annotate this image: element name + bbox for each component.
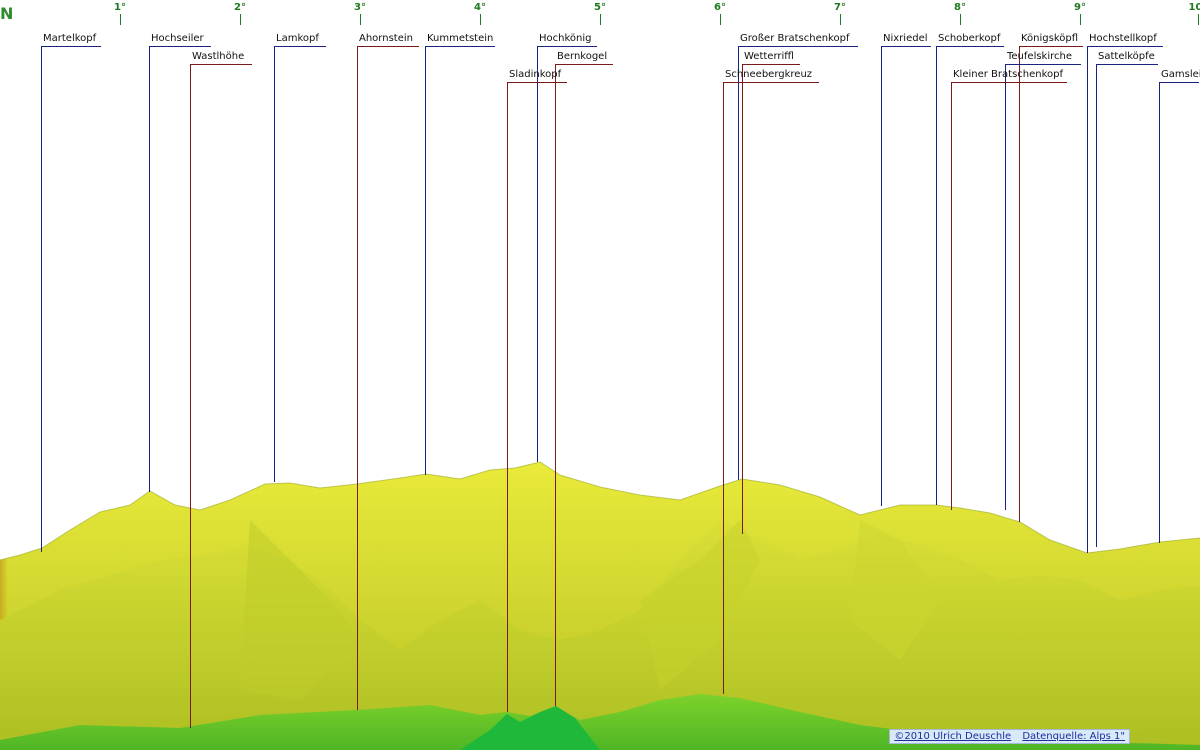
degree-label: 7° (834, 2, 846, 13)
peak-label: Bernkogel (557, 51, 608, 62)
degree-tick (360, 14, 361, 25)
credits-bar: ©2010 Ulrich Deuschle Datenquelle: Alps … (889, 729, 1130, 744)
compass-label: N (0, 4, 14, 23)
peak-label: Hochstellkopf (1089, 33, 1157, 44)
degree-label: 1° (114, 2, 126, 13)
author-link[interactable]: ©2010 Ulrich Deuschle (894, 731, 1011, 742)
degree-tick (840, 14, 841, 25)
panorama-scene (0, 46, 1200, 750)
peak-label: Nixriedel (883, 33, 928, 44)
peak-label: Sladinkopf (509, 69, 562, 80)
peak-label: Schneebergkreuz (725, 69, 813, 80)
degree-tick (600, 14, 601, 25)
peak-label: Kleiner Bratschenkopf (953, 69, 1064, 80)
degree-label: 5° (594, 2, 606, 13)
degree-label: 10° (1188, 2, 1200, 13)
degree-label: 8° (954, 2, 966, 13)
peak-label: Lamkopf (276, 33, 319, 44)
degree-label: 9° (1074, 2, 1086, 13)
peak-label: Gamsleitenkopf (1161, 69, 1200, 80)
degree-tick (1080, 14, 1081, 25)
degree-tick (120, 14, 121, 25)
peak-label: Teufelskirche (1007, 51, 1073, 62)
degree-label: 3° (354, 2, 366, 13)
degree-tick (240, 14, 241, 25)
degree-label: 2° (234, 2, 246, 13)
peak-label: Großer Bratschenkopf (740, 33, 850, 44)
degree-tick (960, 14, 961, 25)
peak-label: Wetterriffl (744, 51, 794, 62)
peak-label: Sattelköpfe (1098, 51, 1155, 62)
peak-label: Kummetstein (427, 33, 494, 44)
data-source-link[interactable]: Datenquelle: Alps 1" (1022, 731, 1125, 742)
peak-label: Königsköpfl (1021, 33, 1079, 44)
degree-tick (480, 14, 481, 25)
peak-label: Wastlhöhe (192, 51, 245, 62)
peak-label: Hochkönig (539, 33, 592, 44)
degree-label: 6° (714, 2, 726, 13)
peak-label: Schoberkopf (938, 33, 1001, 44)
degree-tick (1198, 14, 1199, 25)
peak-label: Ahornstein (359, 33, 413, 44)
peak-label: Hochseiler (151, 33, 204, 44)
degree-label: 4° (474, 2, 486, 13)
peak-label: Martelkopf (43, 33, 97, 44)
degree-tick (720, 14, 721, 25)
